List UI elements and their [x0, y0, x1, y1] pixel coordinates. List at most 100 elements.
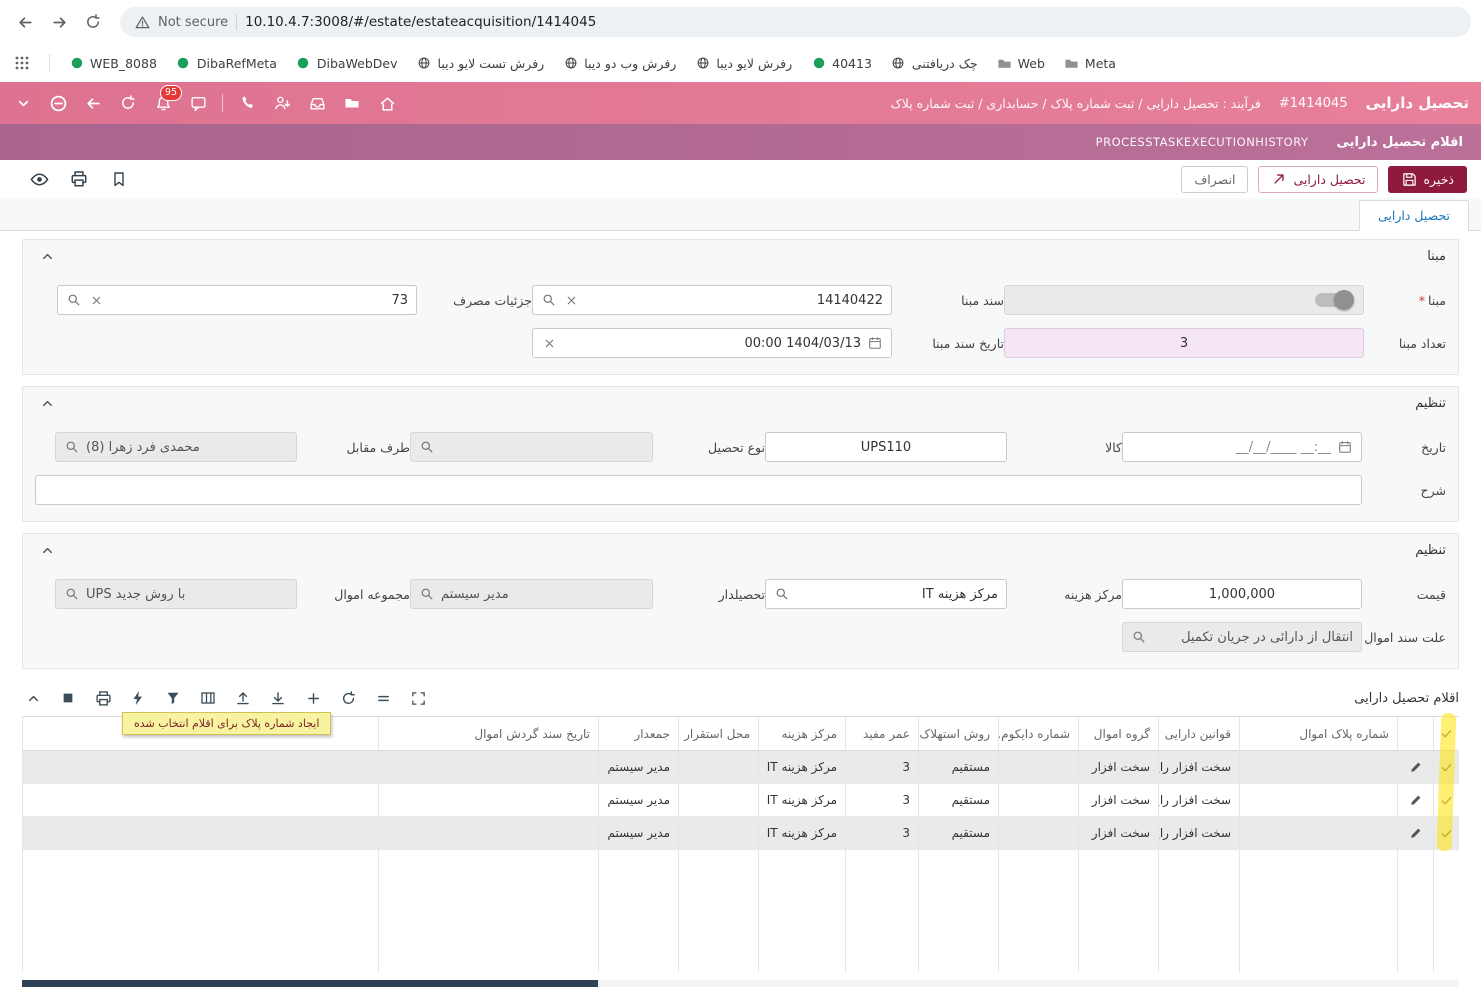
- upload-icon[interactable]: [232, 687, 254, 709]
- caret-down-icon[interactable]: [12, 92, 34, 114]
- bookmark-item[interactable]: WEB_8088: [69, 56, 157, 71]
- column-header[interactable]: عمر مفید: [845, 717, 918, 751]
- add-icon[interactable]: [302, 687, 324, 709]
- phone-icon[interactable]: [236, 92, 258, 114]
- search-icon[interactable]: [419, 439, 435, 455]
- horizontal-scrollbar-thumb[interactable]: [22, 980, 598, 987]
- acq-type-lookup[interactable]: [410, 432, 653, 462]
- search-icon[interactable]: [64, 439, 80, 455]
- cost-center-lookup[interactable]: مرکز هزینه IT: [765, 579, 1007, 609]
- browser-reload-icon[interactable]: [78, 7, 108, 37]
- address-bar[interactable]: Not secure 10.10.4.7:3008/#/estate/estat…: [120, 7, 1471, 37]
- folder-icon[interactable]: [341, 92, 363, 114]
- tab-acquisition[interactable]: تحصیل دارایی: [1359, 200, 1469, 231]
- description-input[interactable]: [35, 475, 1362, 505]
- column-header[interactable]: جمعدار: [598, 717, 678, 751]
- row-edit-pencil-icon[interactable]: [1397, 751, 1433, 784]
- chat-icon[interactable]: [187, 92, 209, 114]
- search-icon[interactable]: [66, 292, 82, 308]
- search-icon[interactable]: [419, 586, 435, 602]
- save-button[interactable]: ذخیره: [1388, 166, 1467, 193]
- asset-doc-reason-lookup[interactable]: انتقال از دارائی در جریان تکمیل: [1122, 622, 1362, 652]
- row-edit-pencil-icon[interactable]: [1397, 817, 1433, 850]
- clear-x-icon[interactable]: [563, 292, 579, 308]
- column-header[interactable]: شماره پلاک اموال: [1239, 717, 1397, 751]
- url-text[interactable]: 10.10.4.7:3008/#/estate/estateacquisitio…: [245, 14, 596, 30]
- browser-forward-icon[interactable]: [44, 7, 74, 37]
- counterparty-lookup[interactable]: محمدی فرد زهرا (8): [55, 432, 297, 462]
- search-icon[interactable]: [541, 292, 557, 308]
- column-header[interactable]: مرکز هزینه: [758, 717, 845, 751]
- bookmark-item[interactable]: چک دریافتنی: [891, 56, 978, 71]
- search-icon[interactable]: [1131, 629, 1147, 645]
- back-icon[interactable]: [82, 92, 104, 114]
- row-checkbox[interactable]: [1433, 817, 1459, 850]
- user-download-icon[interactable]: [271, 92, 293, 114]
- item-input[interactable]: UPS110: [765, 432, 1007, 462]
- cell-cost-center: مرکز هزینه IT: [758, 751, 845, 784]
- bookmark-item[interactable]: DibaWebDev: [296, 56, 398, 71]
- fullscreen-icon[interactable]: [407, 687, 429, 709]
- cancel-button[interactable]: انصراف: [1181, 166, 1248, 193]
- generate-plate-lightning-icon[interactable]: [127, 687, 149, 709]
- eye-icon[interactable]: [28, 168, 50, 190]
- bookmark-item[interactable]: رفرش تست لایو دیبا: [417, 56, 545, 71]
- clear-x-icon[interactable]: [541, 335, 557, 351]
- not-secure-label[interactable]: Not secure: [158, 15, 228, 30]
- print-icon[interactable]: [92, 687, 114, 709]
- refresh-icon[interactable]: [117, 92, 139, 114]
- bookmark-icon[interactable]: [108, 168, 130, 190]
- refresh-icon[interactable]: [337, 687, 359, 709]
- bookmark-folder[interactable]: Web: [997, 56, 1045, 71]
- search-icon[interactable]: [774, 586, 790, 602]
- bookmark-item[interactable]: 40413: [811, 56, 872, 71]
- grid-title: اقلام تحصیل دارایی: [1354, 691, 1459, 706]
- bookmark-item[interactable]: DibaRefMeta: [176, 56, 277, 71]
- search-icon[interactable]: [64, 586, 80, 602]
- select-all-checkbox[interactable]: [1433, 717, 1459, 751]
- columns-icon[interactable]: [197, 687, 219, 709]
- notifications-bell-icon[interactable]: 95: [152, 92, 174, 114]
- base-doc-input[interactable]: 14140422: [532, 285, 892, 315]
- collapse-chevron-icon[interactable]: [35, 391, 59, 415]
- row-checkbox[interactable]: [1433, 751, 1459, 784]
- profile-circle-icon[interactable]: [47, 92, 69, 114]
- download-icon[interactable]: [267, 687, 289, 709]
- toggle-switch[interactable]: [1315, 293, 1351, 307]
- usage-detail-input[interactable]: 73: [57, 285, 417, 315]
- browser-back-icon[interactable]: [10, 7, 40, 37]
- collapse-chevron-icon[interactable]: [35, 244, 59, 268]
- column-header[interactable]: تاریخ سند گردش اموال: [378, 717, 598, 751]
- cell-depreciation: مستقیم: [918, 751, 998, 784]
- column-header[interactable]: گروه اموال: [1078, 717, 1158, 751]
- row-edit-pencil-icon[interactable]: [1397, 784, 1433, 817]
- filter-icon[interactable]: [162, 687, 184, 709]
- price-input[interactable]: 1,000,000: [1122, 579, 1362, 609]
- base-doc-date-input[interactable]: 1404/03/13 00:00: [532, 328, 892, 358]
- rows-icon[interactable]: [372, 687, 394, 709]
- calendar-icon[interactable]: [1337, 439, 1353, 455]
- record-id: #1414045: [1279, 96, 1348, 111]
- base-count-input[interactable]: 3: [1004, 328, 1364, 358]
- date-input[interactable]: __/__/____ __:__: [1122, 432, 1362, 462]
- print-icon[interactable]: [68, 168, 90, 190]
- column-header[interactable]: روش استهلاک: [918, 717, 998, 751]
- clear-x-icon[interactable]: [88, 292, 104, 308]
- apps-grid-icon[interactable]: [14, 55, 30, 71]
- bookmark-item[interactable]: رفرش وب دو دیبا: [563, 56, 676, 71]
- custodian-lookup[interactable]: مدیر سیستم: [410, 579, 653, 609]
- stop-icon[interactable]: [57, 687, 79, 709]
- row-checkbox[interactable]: [1433, 784, 1459, 817]
- collapse-chevron-icon[interactable]: [22, 687, 44, 709]
- column-header[interactable]: محل استقرار: [678, 717, 758, 751]
- column-header[interactable]: شماره دایکوم...: [998, 717, 1078, 751]
- home-icon[interactable]: [376, 92, 398, 114]
- calendar-icon[interactable]: [867, 335, 883, 351]
- bookmark-folder[interactable]: Meta: [1064, 56, 1116, 71]
- process-button[interactable]: تحصیل دارایی: [1258, 166, 1378, 193]
- bookmark-item[interactable]: رفرش لایو دیبا: [695, 56, 792, 71]
- collapse-chevron-icon[interactable]: [35, 538, 59, 562]
- asset-set-lookup[interactable]: UPS با روش جدید: [55, 579, 297, 609]
- inbox-icon[interactable]: [306, 92, 328, 114]
- column-header[interactable]: قوانین دارایی: [1158, 717, 1239, 751]
